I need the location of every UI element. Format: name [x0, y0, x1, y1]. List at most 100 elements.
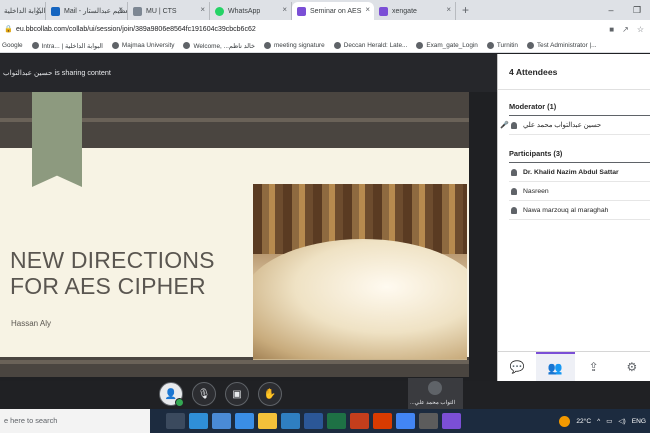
powerpoint-icon[interactable]	[350, 413, 369, 429]
url-field[interactable]: eu.bbcollab.com/collab/ui/session/join/3…	[16, 26, 256, 33]
outlook-icon	[51, 7, 60, 16]
raise-hand-button[interactable]: ✋	[258, 382, 282, 406]
site-icon	[133, 7, 142, 16]
outlook-icon[interactable]	[281, 413, 300, 429]
microphone-icon: 🎤	[500, 122, 509, 129]
slide-title-line: NEW DIRECTIONS	[10, 247, 215, 273]
camera-icon[interactable]: ■	[609, 25, 614, 34]
self-name: ...التواب محمد علي	[410, 400, 456, 406]
tab-intranet[interactable]: البوابة الداخلية ×	[0, 2, 46, 20]
close-icon[interactable]: ×	[365, 5, 370, 14]
bookmark-label: Google	[2, 42, 23, 49]
visual-studio-icon[interactable]	[442, 413, 461, 429]
bookmark-exam[interactable]: Exam_gate_Login	[416, 42, 478, 49]
taskbar-search[interactable]: e here to search	[0, 409, 150, 433]
settings-icon[interactable]: ⚙	[613, 352, 650, 381]
network-icon[interactable]: ▭	[606, 417, 612, 425]
attendees-header: 4 Attendees	[498, 54, 650, 90]
excel-icon[interactable]	[327, 413, 346, 429]
attendees-icon[interactable]: 👥	[536, 352, 575, 381]
tab-mail[interactable]: Mail - تعظيم عبدالستار ×	[46, 2, 128, 20]
share-icon[interactable]: ↗	[622, 25, 629, 34]
bookmark-deccan[interactable]: Deccan Herald: Late...	[333, 42, 408, 49]
bookmark-welcome[interactable]: Welcome, ...خالد ناظم	[183, 42, 255, 50]
tab-label: WhatsApp	[228, 7, 261, 15]
share-content-icon[interactable]: ⇪	[575, 352, 613, 381]
address-actions: ■ ↗ ☆	[609, 25, 650, 34]
window-controls: – ❐	[598, 0, 650, 20]
calculator-icon[interactable]	[419, 413, 438, 429]
lock-icon: 🔒	[4, 26, 13, 33]
chat-icon[interactable]: 💬	[498, 352, 536, 381]
star-icon[interactable]: ☆	[637, 25, 644, 34]
hand-icon: ✋	[263, 388, 277, 400]
camera-button[interactable]: ▣	[225, 382, 249, 406]
minimize-icon[interactable]: –	[598, 0, 624, 20]
panel-tabs: 💬 👥 ⇪ ⚙	[498, 351, 650, 381]
slide-band	[0, 360, 469, 364]
temperature-label: 22°C	[576, 417, 592, 425]
shared-slide: NEW DIRECTIONS FOR AES CIPHER Hassan Aly	[0, 92, 469, 377]
bookmark-meeting[interactable]: meeting signature	[263, 42, 325, 49]
maximize-icon[interactable]: ❐	[624, 0, 650, 20]
file-explorer-icon[interactable]	[258, 413, 277, 429]
attendee-row[interactable]: Nasreen	[509, 182, 650, 201]
microphone-button[interactable]: 🎙	[192, 382, 216, 406]
bookmark-intranet[interactable]: Intra... | البوابة الداخلية	[31, 42, 103, 50]
language-indicator[interactable]: ENG	[632, 418, 646, 425]
task-view-icon[interactable]	[166, 413, 185, 429]
weather-icon	[559, 415, 571, 427]
tab-whatsapp[interactable]: WhatsApp ×	[210, 2, 292, 20]
book-pages-graphic	[253, 239, 467, 359]
avatar	[428, 381, 442, 395]
chevron-up-icon[interactable]: ^	[597, 418, 600, 425]
attendees-panel: 4 Attendees Moderator (1) 🎤 حسين عبدالتو…	[497, 54, 650, 381]
screen: البوابة الداخلية × Mail - تعظيم عبدالستار…	[0, 0, 650, 433]
volume-icon[interactable]: ◁)	[618, 417, 625, 425]
folder-icon	[31, 42, 39, 49]
bookmark-label: Deccan Herald: Late...	[343, 42, 408, 49]
browser-tab-bar: البوابة الداخلية × Mail - تعظيم عبدالستار…	[0, 0, 650, 20]
bookmark-turnitin[interactable]: Turnitin	[486, 42, 518, 49]
close-icon[interactable]: ×	[118, 5, 123, 14]
globe-icon	[526, 42, 534, 49]
camera-off-icon: ▣	[232, 388, 242, 400]
close-icon[interactable]: ×	[36, 5, 41, 14]
site-icon	[486, 42, 494, 49]
moderator-heading: Moderator (1)	[509, 102, 557, 111]
globe-icon	[263, 42, 271, 49]
word-icon[interactable]	[304, 413, 323, 429]
mail-icon[interactable]	[235, 413, 254, 429]
person-icon	[511, 207, 517, 214]
ribbon-bookmark-graphic	[32, 92, 82, 187]
close-icon[interactable]: ×	[282, 5, 287, 14]
attendee-name: Dr. Khalid Nazim Abdul Sattar	[523, 168, 619, 176]
attendee-row[interactable]: Nawa marzouq al maraghah	[509, 201, 650, 220]
attendee-name: Nasreen	[523, 187, 549, 195]
office-icon[interactable]	[373, 413, 392, 429]
participants-heading: Participants (3)	[509, 149, 563, 158]
new-tab-button[interactable]: +	[456, 2, 475, 20]
address-bar: 🔒 eu.bbcollab.com/collab/ui/session/join…	[0, 20, 650, 39]
close-icon[interactable]: ×	[446, 5, 451, 14]
bookmark-majmaa[interactable]: Majmaa University	[111, 42, 174, 49]
chrome-icon[interactable]	[396, 413, 415, 429]
attendee-row[interactable]: Dr. Khalid Nazim Abdul Sattar	[509, 163, 650, 182]
store-icon[interactable]	[212, 413, 231, 429]
bookmark-test-admin[interactable]: Test Administrator |...	[526, 42, 597, 49]
edge-icon[interactable]	[189, 413, 208, 429]
close-icon[interactable]: ×	[200, 5, 205, 14]
bookmark-label: Exam_gate_Login	[426, 42, 478, 49]
slide-title: NEW DIRECTIONS FOR AES CIPHER	[10, 247, 215, 299]
open-book-photo	[253, 184, 467, 360]
my-status-button[interactable]: 👤	[159, 382, 184, 407]
site-icon	[416, 42, 424, 49]
attendee-row[interactable]: 🎤 حسين عبدالتواب محمد علي	[500, 116, 650, 135]
tab-xengate[interactable]: xengate ×	[374, 2, 456, 20]
bookmark-google[interactable]: Google	[2, 42, 23, 49]
attendee-name: Nawa marzouq al maraghah	[523, 206, 609, 214]
tab-mu-cts[interactable]: MU | CTS ×	[128, 2, 210, 20]
windows-taskbar: e here to search 22°C ^ ▭ ◁) ENG	[0, 409, 650, 433]
session-controls: 👤 🎙 ▣ ✋	[159, 382, 282, 407]
tab-seminar[interactable]: Seminar on AES ×	[292, 2, 374, 20]
